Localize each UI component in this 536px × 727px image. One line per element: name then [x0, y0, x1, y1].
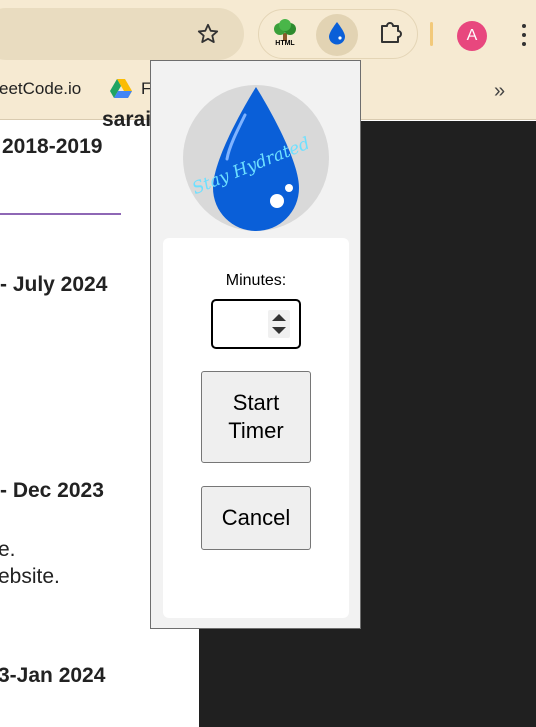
extensions-group: HTML: [258, 9, 418, 59]
extension-popup: Stay Hydrated Minutes: Start Timer Cance…: [150, 60, 361, 629]
extensions-menu-button[interactable]: [369, 14, 411, 56]
minutes-stepper[interactable]: [268, 310, 290, 338]
timer-card: Minutes: Start Timer Cancel: [163, 238, 349, 618]
minutes-label: Minutes:: [225, 272, 287, 289]
start-timer-label-1: Start: [232, 390, 280, 415]
bookmarks-overflow-icon[interactable]: »: [494, 80, 505, 103]
page-text-date-2: - Dec 2023: [0, 479, 104, 502]
page-text-date-3: 3-Jan 2024: [0, 664, 106, 687]
bookmark-leetcode[interactable]: eetCode.io: [0, 79, 81, 99]
tree-icon: HTML: [270, 18, 300, 53]
page-text-line: ebsite.: [0, 565, 60, 588]
stay-hydrated-logo: Stay Hydrated: [181, 85, 331, 231]
html-extension-button[interactable]: HTML: [264, 14, 306, 56]
more-menu-icon[interactable]: [514, 20, 534, 50]
page-text-date-1: - July 2024: [0, 273, 108, 296]
start-timer-label-2: Timer: [228, 418, 284, 443]
section-divider: [0, 213, 121, 215]
browser-toolbar: HTML A: [0, 0, 536, 68]
increment-arrow-icon[interactable]: [272, 314, 286, 321]
start-timer-button[interactable]: Start Timer: [201, 371, 311, 463]
puzzle-icon: [377, 20, 403, 51]
cancel-button[interactable]: Cancel: [201, 486, 311, 550]
google-drive-icon[interactable]: [110, 79, 132, 104]
stay-hydrated-extension-button[interactable]: [316, 14, 358, 56]
bookmark-star-icon[interactable]: [190, 16, 226, 52]
toolbar-divider: [430, 22, 433, 46]
water-drop-icon: [327, 21, 347, 50]
decrement-arrow-icon[interactable]: [272, 327, 286, 334]
page-text-line: e.: [0, 538, 16, 561]
html-extension-label: HTML: [275, 40, 295, 47]
minutes-input[interactable]: [211, 299, 301, 349]
profile-avatar[interactable]: A: [457, 21, 487, 51]
